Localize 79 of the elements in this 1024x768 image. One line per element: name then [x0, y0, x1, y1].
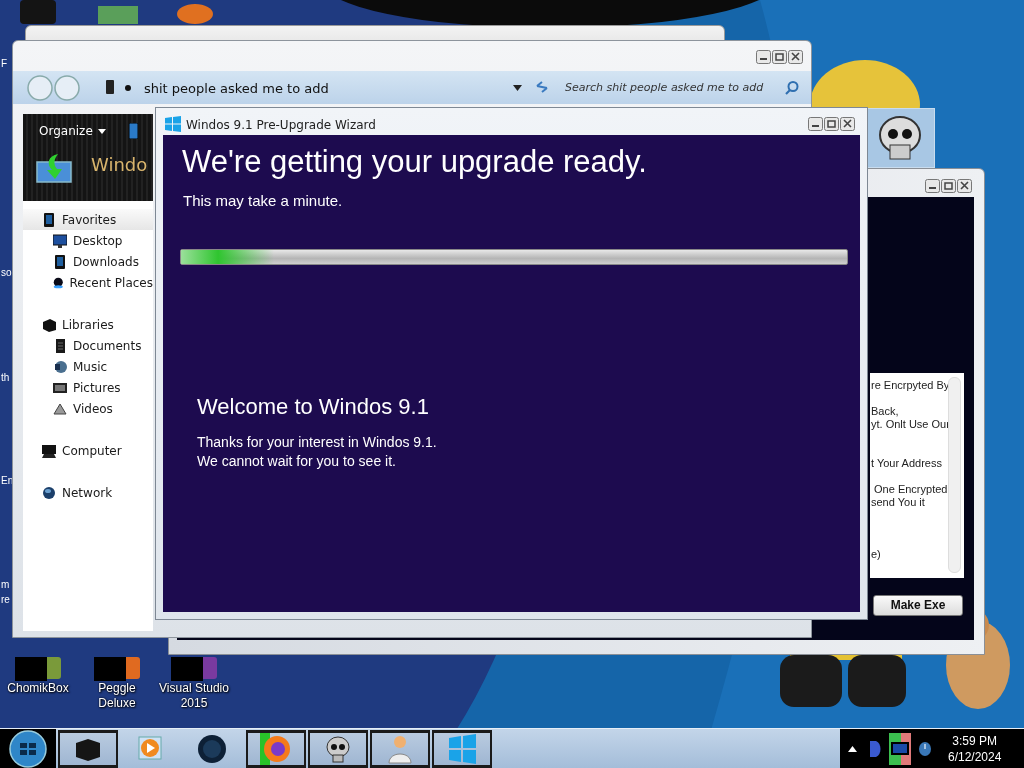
- close-button[interactable]: [840, 117, 855, 131]
- app-icon[interactable]: [177, 4, 213, 24]
- globe-icon: [196, 733, 228, 765]
- icon-label: m: [1, 579, 10, 591]
- icon-label: ChomikBox: [7, 681, 69, 696]
- dot-icon: [125, 85, 131, 91]
- icon-label: Visual Studio 2015: [158, 681, 230, 711]
- device-icon: [53, 254, 67, 269]
- heading: We're getting your upgrade ready.: [182, 144, 647, 180]
- icon-label: th: [1, 372, 10, 384]
- chevron-up-icon[interactable]: [848, 746, 857, 752]
- make-exe-button[interactable]: Make Exe: [873, 595, 963, 616]
- windows-logo-icon: [165, 116, 181, 132]
- clock[interactable]: 3:59 PM 6/12/2024: [948, 733, 1002, 765]
- taskbar-button[interactable]: [246, 730, 306, 768]
- icon-label: so: [1, 267, 12, 279]
- monitor-icon: [42, 443, 56, 458]
- minimize-button[interactable]: [925, 179, 940, 193]
- cabinet-icon: [53, 338, 67, 353]
- icon-label: Peggle Deluxe: [97, 681, 137, 711]
- window-title: Windos 9.1 Pre-Upgrade Wizard: [186, 117, 376, 134]
- picture-frame-icon: [53, 380, 67, 395]
- welcome-text: Thanks for your interest in Windos 9.1. We cannot wait for you to see it.: [197, 433, 437, 471]
- redacted-icon: [15, 657, 61, 681]
- text-line: e): [871, 548, 882, 561]
- address-text: shit people asked me to add: [144, 80, 329, 98]
- sidebar-item[interactable]: Recent Places: [23, 272, 153, 293]
- redacted-icon: [171, 657, 217, 681]
- device-icon: [42, 212, 56, 227]
- close-button[interactable]: [788, 50, 803, 64]
- drive-icon: [105, 80, 115, 94]
- sidebar-item[interactable]: Pictures: [23, 377, 153, 398]
- icon-label: F: [1, 58, 8, 70]
- start-button[interactable]: [9, 730, 47, 768]
- taskbar-button[interactable]: [58, 730, 118, 768]
- minimize-button[interactable]: [808, 117, 823, 131]
- maximize-button[interactable]: [772, 50, 787, 64]
- sidebar-item[interactable]: Computer: [23, 440, 153, 461]
- sidebar-item[interactable]: Network: [23, 482, 153, 503]
- drive-icon: [129, 123, 138, 139]
- sidebar-item[interactable]: Favorites: [23, 209, 153, 230]
- organize-button[interactable]: Organize: [33, 120, 112, 142]
- download-arrow-icon: [36, 152, 74, 184]
- text-line: send You it: [871, 496, 926, 509]
- sidebar-item[interactable]: Music: [23, 356, 153, 377]
- taskbar-button[interactable]: [432, 730, 492, 768]
- icon-label: re: [1, 594, 10, 606]
- maximize-button[interactable]: [941, 179, 956, 193]
- windows-logo-icon: [446, 733, 478, 765]
- cube-icon: [42, 317, 56, 332]
- text-line: One Encrypted: [873, 483, 947, 496]
- sidebar-item[interactable]: Downloads: [23, 251, 153, 272]
- sidebar-item[interactable]: Videos: [23, 398, 153, 419]
- globe-icon: [42, 485, 56, 500]
- sidebar-item[interactable]: Desktop: [23, 230, 153, 251]
- minimize-button[interactable]: [756, 50, 771, 64]
- monitor-icon[interactable]: [889, 733, 911, 765]
- orb-icon: [53, 275, 64, 290]
- speaker-icon: [53, 359, 67, 374]
- text-line: t Your Address: [871, 457, 943, 470]
- search-field[interactable]: Search shit people asked me to add: [559, 75, 807, 100]
- banner-title: Windo: [91, 153, 148, 177]
- welcome-title: Welcome to Windos 9.1: [197, 393, 429, 421]
- caret-icon: [97, 128, 106, 134]
- browser-icon: [260, 733, 292, 765]
- maximize-button[interactable]: [824, 117, 839, 131]
- monitor-icon: [53, 233, 67, 248]
- subheading: This may take a minute.: [183, 191, 343, 211]
- close-button[interactable]: [957, 179, 972, 193]
- sidebar-item[interactable]: Libraries: [23, 314, 153, 335]
- text-line: Back,: [871, 405, 900, 418]
- redacted-icon: [94, 657, 140, 681]
- search-icon[interactable]: [785, 81, 799, 95]
- taskbar-button[interactable]: [308, 730, 368, 768]
- taskbar-button[interactable]: [370, 730, 430, 768]
- caret-icon[interactable]: [513, 85, 522, 91]
- text-line: yt. Onlt Use Our: [871, 418, 947, 431]
- refresh-icon[interactable]: [535, 80, 549, 94]
- sidebar-item[interactable]: Documents: [23, 335, 153, 356]
